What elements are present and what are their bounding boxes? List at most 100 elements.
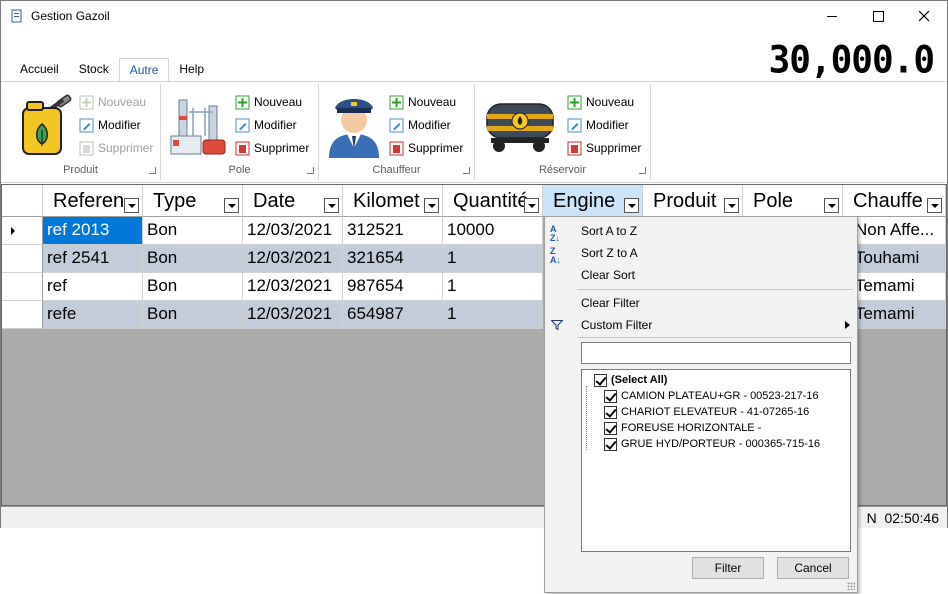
cell-quantite[interactable]: 10000 — [443, 217, 543, 245]
cancel-button[interactable]: Cancel — [777, 557, 849, 579]
row-header[interactable] — [2, 273, 43, 301]
checkbox-checked-icon[interactable] — [604, 389, 617, 403]
cell-chauffeur[interactable]: Touhami — [851, 245, 946, 273]
row-header[interactable] — [2, 245, 43, 273]
cell-date[interactable]: 12/03/2021 — [243, 217, 343, 245]
produit-nouveau-button[interactable]: Nouveau — [79, 93, 146, 111]
edit-icon — [389, 118, 404, 132]
filter-item[interactable]: FOREUSE HORIZONTALE - — [604, 420, 761, 436]
column-filter-button[interactable] — [124, 198, 139, 213]
dialog-launcher-icon[interactable] — [463, 167, 470, 174]
dialog-launcher-icon[interactable] — [149, 167, 156, 174]
filter-item-label: CAMION PLATEAU+GR - 00523-217-16 — [621, 390, 819, 402]
clear-sort-item[interactable]: Clear Sort — [581, 268, 635, 282]
filter-item[interactable]: CHARIOT ELEVATEUR - 41-07265-16 — [604, 404, 809, 420]
column-filter-button[interactable] — [424, 198, 439, 213]
cell-type[interactable]: Bon — [143, 217, 243, 245]
cell-kilometrage[interactable]: 987654 — [343, 273, 443, 301]
column-header-produit[interactable]: Produit — [643, 185, 743, 217]
cell-chauffeur[interactable]: Temami — [851, 301, 946, 329]
chauffeur-supprimer-button[interactable]: Supprimer — [389, 139, 463, 157]
ribbon-group-reservoir: Nouveau Modifier Supprimer Réservoir — [475, 84, 651, 180]
custom-filter-item[interactable]: Custom Filter — [581, 318, 652, 332]
column-filter-button[interactable] — [224, 198, 239, 213]
column-header-chauffeur[interactable]: Chauffe — [843, 185, 946, 217]
produit-modifier-button[interactable]: Modifier — [79, 116, 141, 134]
tab-help[interactable]: Help — [169, 58, 214, 82]
row-header[interactable] — [2, 217, 43, 245]
chauffeur-modifier-button[interactable]: Modifier — [389, 116, 451, 134]
row-header[interactable] — [2, 301, 43, 329]
produit-modifier-label: Modifier — [98, 118, 141, 132]
sort-za-icon: Z A↓ — [550, 246, 561, 265]
delete-icon — [389, 141, 404, 155]
cell-reference[interactable]: ref 2541 — [43, 245, 143, 273]
dialog-launcher-icon[interactable] — [639, 167, 646, 174]
maximize-button[interactable] — [855, 1, 901, 31]
produit-supprimer-button[interactable]: Supprimer — [79, 139, 153, 157]
sort-za-item[interactable]: Sort Z to A — [581, 246, 638, 260]
cell-quantite[interactable]: 1 — [443, 245, 543, 273]
column-header-label: Quantité — [453, 190, 529, 212]
cell-quantite[interactable]: 1 — [443, 301, 543, 329]
filter-item-select-all[interactable]: (Select All) — [594, 372, 667, 388]
column-filter-button[interactable] — [724, 198, 739, 213]
tank-truck-icon — [486, 103, 554, 152]
cell-type[interactable]: Bon — [143, 245, 243, 273]
cell-date[interactable]: 12/03/2021 — [243, 301, 343, 329]
column-header-type[interactable]: Type — [143, 185, 243, 217]
pole-modifier-button[interactable]: Modifier — [235, 116, 297, 134]
reservoir-supprimer-button[interactable]: Supprimer — [567, 139, 641, 157]
ribbon-group-label: Chauffeur — [372, 164, 421, 176]
checkbox-checked-icon[interactable] — [604, 421, 617, 435]
column-header-reference[interactable]: Referen — [43, 185, 143, 217]
column-header-date[interactable]: Date — [243, 185, 343, 217]
column-filter-button[interactable] — [524, 198, 539, 213]
column-header-engine[interactable]: Engine — [543, 185, 643, 217]
cell-type[interactable]: Bon — [143, 301, 243, 329]
dialog-launcher-icon[interactable] — [307, 167, 314, 174]
column-header-quantite[interactable]: Quantité — [443, 185, 543, 217]
tab-stock[interactable]: Stock — [69, 58, 119, 82]
column-filter-button[interactable] — [927, 198, 942, 213]
cell-quantite[interactable]: 1 — [443, 273, 543, 301]
filter-item[interactable]: CAMION PLATEAU+GR - 00523-217-16 — [604, 388, 819, 404]
resize-grip-icon[interactable] — [847, 582, 855, 590]
cell-type[interactable]: Bon — [143, 273, 243, 301]
cell-date[interactable]: 12/03/2021 — [243, 245, 343, 273]
cell-chauffeur[interactable]: Non Affe... — [851, 217, 946, 245]
filter-button[interactable]: Filter — [692, 557, 764, 579]
column-header-pole[interactable]: Pole — [743, 185, 843, 217]
clear-filter-item[interactable]: Clear Filter — [581, 296, 640, 310]
filter-value-list[interactable]: (Select All) CAMION PLATEAU+GR - 00523-2… — [581, 369, 851, 552]
checkbox-checked-icon[interactable] — [604, 437, 617, 451]
cell-kilometrage[interactable]: 321654 — [343, 245, 443, 273]
cell-reference[interactable]: ref — [43, 273, 143, 301]
pole-supprimer-button[interactable]: Supprimer — [235, 139, 309, 157]
cell-chauffeur[interactable]: Temami — [851, 273, 946, 301]
column-filter-button[interactable] — [624, 198, 639, 213]
filter-search-input[interactable] — [581, 342, 851, 364]
chauffeur-nouveau-button[interactable]: Nouveau — [389, 93, 456, 111]
cell-reference[interactable]: ref 2013 — [43, 217, 143, 245]
column-header-kilometrage[interactable]: Kilomet — [343, 185, 443, 217]
minimize-button[interactable] — [809, 1, 855, 31]
grid-corner-header[interactable] — [2, 185, 43, 217]
checkbox-checked-icon[interactable] — [604, 405, 617, 419]
reservoir-nouveau-button[interactable]: Nouveau — [567, 93, 634, 111]
tab-autre[interactable]: Autre — [118, 58, 170, 82]
sort-az-item[interactable]: Sort A to Z — [581, 224, 637, 238]
reservoir-modifier-button[interactable]: Modifier — [567, 116, 629, 134]
close-button[interactable] — [901, 1, 947, 31]
tab-accueil[interactable]: Accueil — [10, 58, 69, 82]
pole-nouveau-button[interactable]: Nouveau — [235, 93, 302, 111]
column-filter-button[interactable] — [824, 198, 839, 213]
cell-date[interactable]: 12/03/2021 — [243, 273, 343, 301]
cell-reference[interactable]: refe — [43, 301, 143, 329]
filter-item[interactable]: GRUE HYD/PORTEUR - 000365-715-16 — [604, 436, 820, 452]
column-filter-button[interactable] — [324, 198, 339, 213]
checkbox-checked-icon[interactable] — [594, 373, 607, 387]
cell-kilometrage[interactable]: 654987 — [343, 301, 443, 329]
cell-kilometrage[interactable]: 312521 — [343, 217, 443, 245]
column-header-label: Referen — [53, 190, 125, 212]
